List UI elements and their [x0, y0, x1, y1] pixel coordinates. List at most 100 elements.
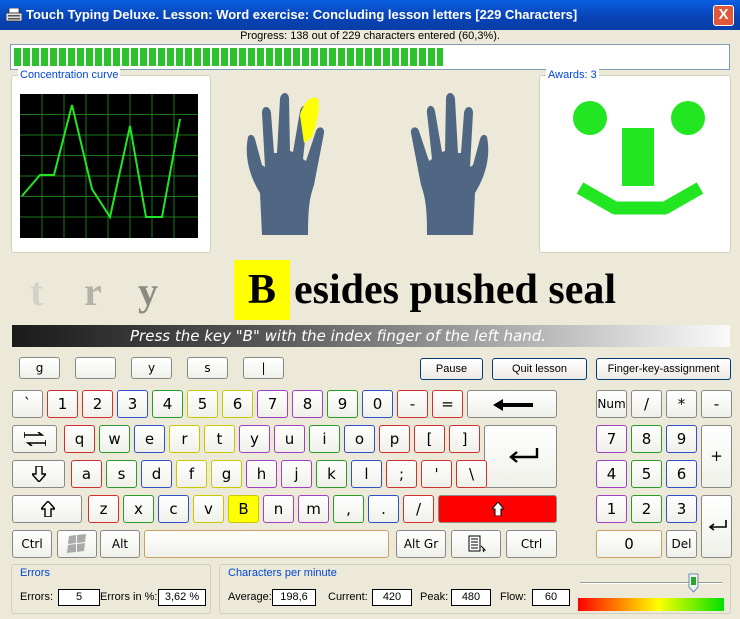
tab-key[interactable] — [12, 425, 57, 453]
key-label: l — [364, 465, 369, 483]
alt-gr-key[interactable]: Alt Gr — [396, 530, 446, 558]
backspace-key[interactable] — [467, 390, 557, 418]
key-t[interactable]: t — [204, 425, 235, 453]
errors-percent-label: Errors in %: — [100, 591, 158, 603]
enter-key[interactable] — [484, 425, 557, 488]
key-p[interactable]: p — [379, 425, 410, 453]
numpad-5-key[interactable]: 5 — [631, 460, 662, 488]
cpm-panel-label: Characters per minute — [228, 567, 337, 579]
speed-slider-thumb[interactable] — [688, 573, 699, 593]
right-ctrl-key[interactable]: Ctrl — [506, 530, 557, 558]
numpad-0-key[interactable]: 0 — [596, 530, 662, 558]
key-7[interactable]: 7 — [257, 390, 288, 418]
key-0[interactable]: a — [71, 460, 102, 488]
numpad-minus-key[interactable]: - — [701, 390, 732, 418]
pause-button[interactable]: Pause — [420, 358, 483, 380]
key-label: 2 — [641, 500, 652, 518]
key-2[interactable]: d — [141, 460, 172, 488]
key-9[interactable]: 9 — [327, 390, 358, 418]
key-0[interactable]: ` — [12, 390, 43, 418]
key-9[interactable]: ; — [386, 460, 417, 488]
key-label: 9 — [337, 395, 348, 413]
numpad-enter-key[interactable] — [701, 495, 732, 558]
numpad-1-key[interactable]: 1 — [596, 495, 627, 523]
left-ctrl-key[interactable]: Ctrl — [12, 530, 52, 558]
numpad-plus-key[interactable]: + — [701, 425, 732, 488]
key-3[interactable]: v — [193, 495, 224, 523]
windows-key[interactable] — [57, 530, 97, 558]
numpad-3-key[interactable]: 3 — [666, 495, 697, 523]
key-6[interactable]: j — [281, 460, 312, 488]
key-1[interactable]: s — [106, 460, 137, 488]
key-9[interactable]: / — [403, 495, 434, 523]
numpad-del-key[interactable]: Del — [666, 530, 697, 558]
key-w[interactable]: w — [99, 425, 130, 453]
key-u[interactable]: u — [274, 425, 305, 453]
key-3[interactable]: 3 — [117, 390, 148, 418]
key-4[interactable]: g — [211, 460, 242, 488]
numpad-div-key[interactable]: / — [631, 390, 662, 418]
key-label: 4 — [162, 395, 173, 413]
numpad-num-key[interactable]: Num — [596, 390, 627, 418]
key-e[interactable]: e — [134, 425, 165, 453]
key-7[interactable]: k — [316, 460, 347, 488]
key-label: 0 — [624, 535, 634, 553]
key-6[interactable]: 6 — [222, 390, 253, 418]
key-label: 7 — [606, 430, 617, 448]
numpad-7-key[interactable]: 7 — [596, 425, 627, 453]
key-[[interactable]: [ — [414, 425, 445, 453]
caps-lock-key[interactable] — [12, 460, 65, 488]
key-label: u — [284, 430, 295, 448]
key-6[interactable]: m — [298, 495, 329, 523]
numpad-6-key[interactable]: 6 — [666, 460, 697, 488]
key-label: a — [81, 465, 92, 483]
key-r[interactable]: r — [169, 425, 200, 453]
cpm-average-value: 198,6 — [272, 589, 316, 606]
preview-key: | — [243, 357, 284, 379]
key-label: 4 — [606, 465, 617, 483]
key-12[interactable]: = — [432, 390, 463, 418]
numpad-4-key[interactable]: 4 — [596, 460, 627, 488]
arrow-down-icon — [32, 466, 46, 482]
key-label: x — [134, 500, 143, 518]
key-2[interactable]: c — [158, 495, 189, 523]
key-y[interactable]: y — [239, 425, 270, 453]
key-5[interactable]: 5 — [187, 390, 218, 418]
key-o[interactable]: o — [344, 425, 375, 453]
left-alt-key[interactable]: Alt — [100, 530, 140, 558]
key-0[interactable]: z — [88, 495, 119, 523]
key-][interactable]: ] — [449, 425, 480, 453]
key-1[interactable]: x — [123, 495, 154, 523]
space-key[interactable] — [144, 530, 389, 558]
menu-key[interactable] — [451, 530, 501, 558]
key-5[interactable]: h — [246, 460, 277, 488]
left-shift-key[interactable] — [12, 495, 82, 523]
key-q[interactable]: q — [64, 425, 95, 453]
key-8[interactable]: . — [368, 495, 399, 523]
quit-lesson-button[interactable]: Quit lesson — [492, 358, 587, 380]
key-10[interactable]: 0 — [362, 390, 393, 418]
key-1[interactable]: 1 — [47, 390, 78, 418]
key-8[interactable]: l — [351, 460, 382, 488]
speed-slider-track[interactable] — [580, 582, 722, 584]
key-4[interactable]: 4 — [152, 390, 183, 418]
key-b-highlighted[interactable]: B — [228, 495, 259, 523]
key-5[interactable]: n — [263, 495, 294, 523]
numpad-2-key[interactable]: 2 — [631, 495, 662, 523]
key-10[interactable]: ' — [421, 460, 452, 488]
right-shift-key-active[interactable] — [438, 495, 557, 523]
key-7[interactable]: , — [333, 495, 364, 523]
key-label: 1 — [57, 395, 68, 413]
numpad-mul-key[interactable]: * — [666, 390, 697, 418]
key-3[interactable]: f — [176, 460, 207, 488]
close-button[interactable]: X — [713, 5, 734, 26]
key-11[interactable]: \ — [456, 460, 487, 488]
numpad-8-key[interactable]: 8 — [631, 425, 662, 453]
preview-key: y — [131, 357, 172, 379]
key-2[interactable]: 2 — [82, 390, 113, 418]
numpad-9-key[interactable]: 9 — [666, 425, 697, 453]
key-11[interactable]: - — [397, 390, 428, 418]
key-i[interactable]: i — [309, 425, 340, 453]
finger-key-assignment-button[interactable]: Finger-key-assignment — [596, 358, 731, 380]
key-8[interactable]: 8 — [292, 390, 323, 418]
